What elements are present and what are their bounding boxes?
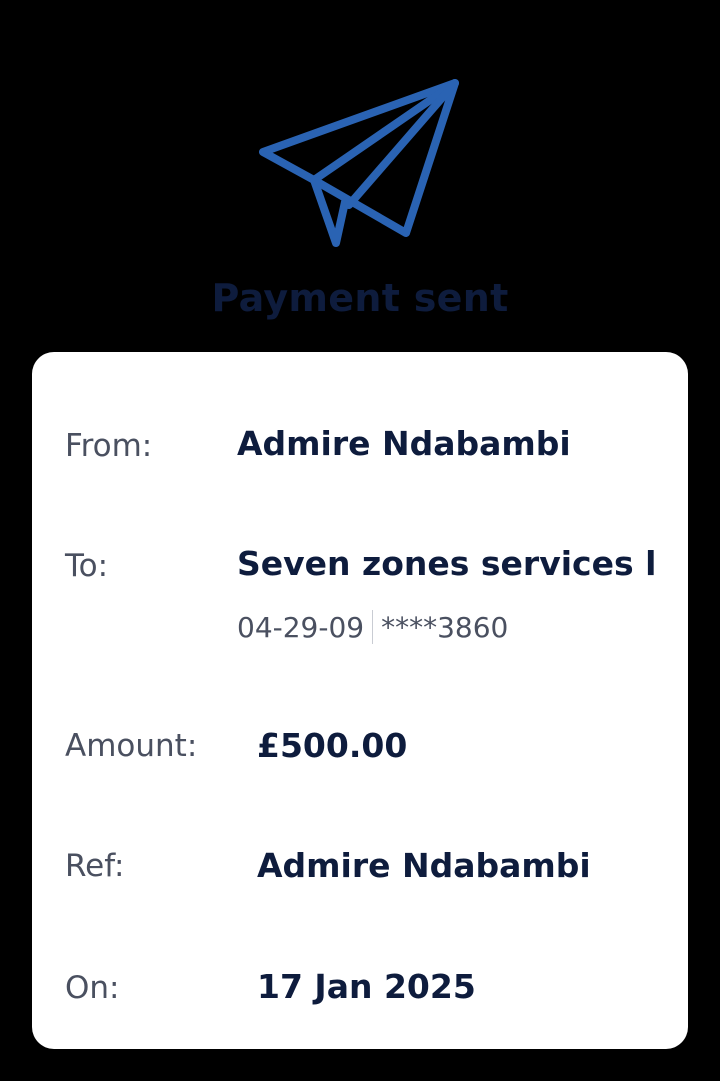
amount-value: £500.00: [257, 726, 408, 765]
to-label: To:: [65, 548, 109, 584]
payment-details-card: From: Admire Ndabambi To: Seven zones se…: [32, 352, 688, 1049]
payee-account-details: 04-29-09 ****3860: [237, 610, 508, 644]
paper-plane-icon: [259, 79, 459, 247]
amount-label: Amount:: [65, 728, 198, 764]
account-divider: [372, 610, 374, 644]
on-label: On:: [65, 970, 120, 1006]
from-value: Admire Ndabambi: [237, 424, 571, 463]
sort-code: 04-29-09: [237, 610, 365, 644]
account-number: ****3860: [381, 610, 509, 644]
ref-value: Admire Ndabambi: [257, 846, 591, 885]
to-value: Seven zones services lin: [237, 544, 657, 583]
date-value: 17 Jan 2025: [257, 967, 476, 1006]
from-label: From:: [65, 428, 153, 464]
ref-label: Ref:: [65, 848, 125, 884]
page-title: Payment sent: [211, 276, 509, 320]
